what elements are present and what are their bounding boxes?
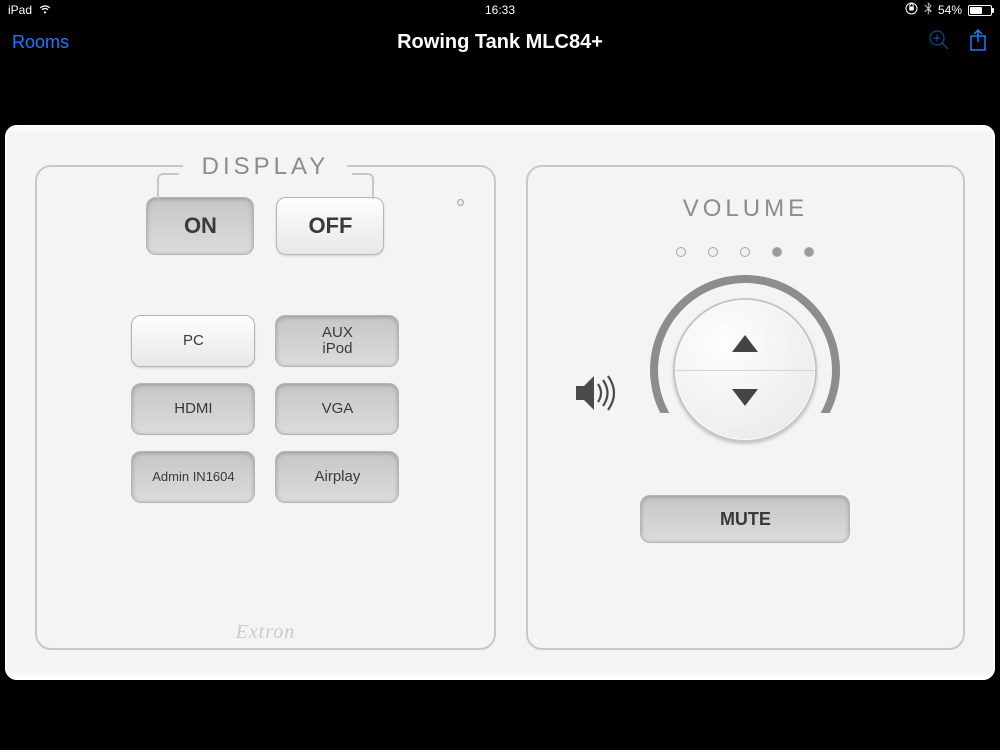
volume-up-icon [732,335,758,352]
speaker-icon [576,372,622,419]
source-button-airplay[interactable]: Airplay [275,451,399,503]
status-bar: iPad 16:33 54% [0,0,1000,20]
volume-down-icon [732,389,758,406]
display-legend: DISPLAY [184,153,348,181]
battery-pct: 54% [938,3,962,17]
status-carrier: iPad [8,3,32,17]
volume-led-row [528,247,963,257]
volume-panel: VOLUME [526,165,965,650]
battery-icon [968,5,992,16]
mute-button[interactable]: MUTE [640,495,850,543]
back-button[interactable]: Rooms [12,32,69,53]
volume-led [772,247,782,257]
source-button-hdmi[interactable]: HDMI [131,383,255,435]
volume-led [740,247,750,257]
decorative-bracket [157,173,179,199]
volume-led [676,247,686,257]
share-icon[interactable] [968,28,988,57]
brand-label: Extron [236,621,296,644]
search-icon[interactable] [928,29,950,56]
nav-bar: Rooms Rowing Tank MLC84+ [0,20,1000,64]
display-panel: DISPLAY ON OFF PC AUX iPod HDMI VGA Admi… [35,165,496,650]
orientation-lock-icon [905,2,918,18]
source-grid: PC AUX iPod HDMI VGA Admin IN1604 Airpla… [37,315,494,503]
page-title: Rowing Tank MLC84+ [397,31,603,54]
volume-led [804,247,814,257]
status-time: 16:33 [485,3,515,17]
wifi-icon [38,3,52,17]
bluetooth-icon [924,2,932,18]
display-off-button[interactable]: OFF [276,197,384,255]
display-indicator-led [457,199,464,206]
volume-led [708,247,718,257]
source-button-vga[interactable]: VGA [275,383,399,435]
display-on-button[interactable]: ON [146,197,254,255]
source-button-aux[interactable]: AUX iPod [275,315,399,367]
control-panel: DISPLAY ON OFF PC AUX iPod HDMI VGA Admi… [5,125,995,680]
volume-knob[interactable] [650,275,840,465]
source-button-pc[interactable]: PC [131,315,255,367]
source-button-admin[interactable]: Admin IN1604 [131,451,255,503]
decorative-bracket [352,173,374,199]
volume-legend: VOLUME [528,195,963,223]
